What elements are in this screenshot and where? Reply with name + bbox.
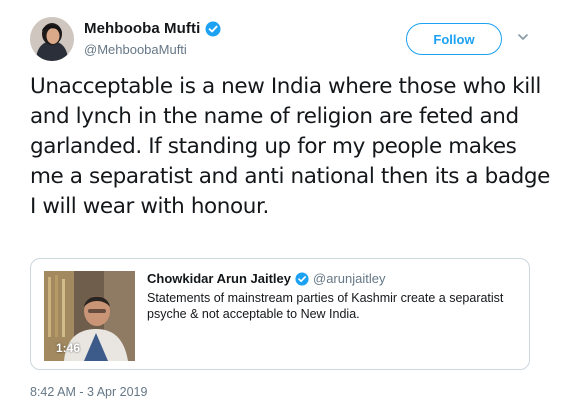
tweet-text: Unacceptable is a new India where those … [30,74,550,219]
chevron-down-icon[interactable] [516,30,530,44]
verified-badge-icon [205,21,221,37]
quoted-video-thumbnail[interactable]: 1:46 [44,271,135,361]
quoted-tweet-card[interactable]: 1:46 Chowkidar Arun Jaitley @arunjaitley… [30,258,530,370]
quoted-author-display-name[interactable]: Chowkidar Arun Jaitley [147,271,291,286]
author-display-name[interactable]: Mehbooba Mufti [84,20,200,37]
author-handle[interactable]: @MehboobaMufti [84,42,187,57]
follow-button[interactable]: Follow [406,23,502,55]
tweet-timestamp[interactable]: 8:42 AM - 3 Apr 2019 [30,385,147,399]
quoted-author-handle[interactable]: @arunjaitley [313,271,385,286]
avatar[interactable] [30,17,74,61]
quoted-tweet-text: Statements of mainstream parties of Kash… [147,291,504,321]
video-duration: 1:46 [56,341,81,355]
verified-badge-icon [295,271,309,286]
